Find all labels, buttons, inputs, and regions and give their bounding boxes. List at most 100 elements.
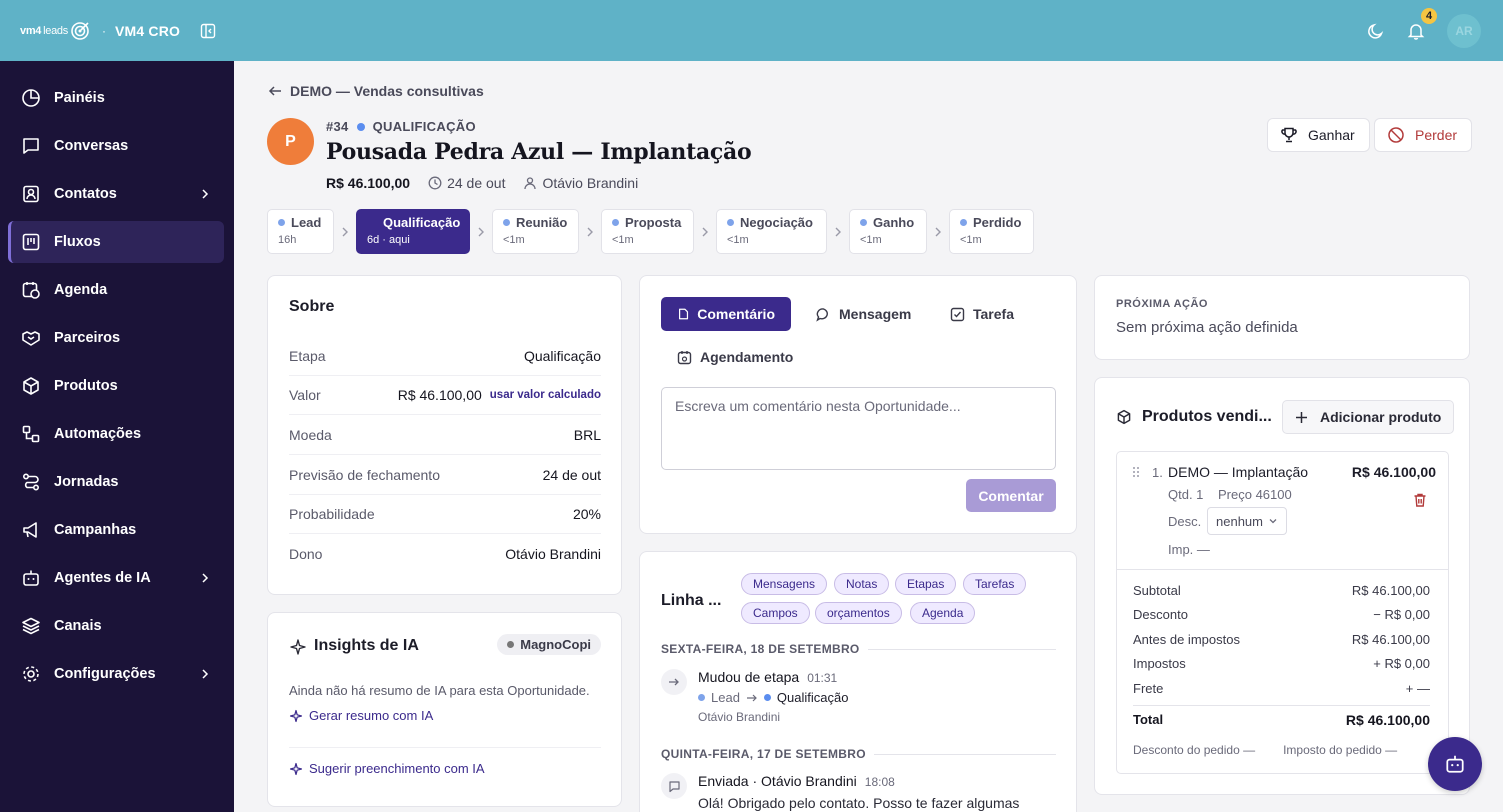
sidebar-item-automacoes[interactable]: Automações (8, 413, 224, 455)
add-product-button[interactable]: Adicionar produto (1282, 400, 1455, 434)
sidebar-item-conversas[interactable]: Conversas (8, 125, 224, 167)
about-value[interactable]: Otávio Brandini (505, 546, 601, 562)
filter-chip[interactable]: Notas (834, 573, 890, 595)
sparkles-icon (289, 709, 303, 722)
sidebar-item-campanhas[interactable]: Campanhas (8, 509, 224, 551)
stage-time: <1m (612, 234, 634, 246)
discount-select[interactable]: nenhum (1207, 507, 1287, 535)
event-author: Otávio Brandini (698, 710, 781, 724)
chevron-right-icon (202, 573, 209, 583)
stage-lead[interactable]: Lead 16h (267, 209, 334, 254)
tab-agendamento[interactable]: Agendamento (661, 340, 809, 374)
tab-mensagem[interactable]: Mensagem (800, 297, 927, 331)
composer-card: Comentário Mensagem Tarefa Agendamento E… (639, 275, 1077, 534)
comment-submit-button[interactable]: Comentar (966, 479, 1056, 512)
kanban-icon (22, 233, 40, 251)
sidebar-item-canais[interactable]: Canais (8, 605, 224, 647)
assistant-bot-button[interactable] (1428, 737, 1482, 791)
sidebar-item-label: Campanhas (54, 522, 137, 538)
stage-name: Reunião (516, 215, 568, 230)
filter-chip[interactable]: Campos (741, 602, 810, 624)
sidebar-item-fluxos[interactable]: Fluxos (8, 221, 224, 263)
moon-icon[interactable] (1367, 22, 1385, 40)
sidebar-item-produtos[interactable]: Produtos (8, 365, 224, 407)
stage-reuniao[interactable]: Reunião <1m (492, 209, 579, 254)
summary-row: Impostos + R$ 0,00 (1133, 656, 1430, 671)
stage-qualificacao[interactable]: Qualificação 6d · aqui (356, 209, 470, 254)
back-link[interactable]: DEMO — Vendas consultivas (268, 83, 484, 99)
chevron-right-icon (202, 669, 209, 679)
message-icon (661, 773, 687, 799)
deal-date: 24 de out (428, 175, 505, 191)
next-action-value[interactable]: Sem próxima ação definida (1116, 319, 1298, 336)
sidebar-item-label: Parceiros (54, 330, 121, 346)
sidebar-item-parceiros[interactable]: Parceiros (8, 317, 224, 359)
product-name[interactable]: DEMO — Implantação (1168, 464, 1308, 480)
sidebar-item-configuracoes[interactable]: Configurações (8, 653, 224, 695)
summary-key: Antes de impostos (1133, 632, 1240, 647)
lose-button[interactable]: Perder (1374, 118, 1473, 152)
sidebar-item-jornadas[interactable]: Jornadas (8, 461, 224, 503)
sidebar-item-paineis[interactable]: Painéis (8, 77, 224, 119)
stage-perdido[interactable]: Perdido <1m (949, 209, 1034, 254)
comment-input[interactable]: Escreva um comentário nesta Oportunidade… (661, 387, 1056, 470)
win-button[interactable]: Ganhar (1267, 118, 1370, 152)
filter-chip[interactable]: Agenda (910, 602, 976, 624)
notifications-button[interactable]: 4 (1407, 7, 1437, 40)
chevron-right-icon (827, 227, 849, 237)
timeline-day-label: SEXTA-FEIRA, 18 DE SETEMBRO (661, 642, 860, 656)
stage-negociacao[interactable]: Negociação <1m (716, 209, 827, 254)
product-price[interactable]: Preço 46100 (1218, 487, 1292, 502)
use-calculated-value-link[interactable]: usar valor calculado (490, 389, 601, 401)
about-value[interactable]: Qualificação (524, 348, 601, 364)
tab-tarefa[interactable]: Tarefa (934, 297, 1030, 331)
bot-icon (1446, 755, 1464, 773)
trash-icon[interactable] (1412, 492, 1428, 508)
logo[interactable]: vm4 leads (20, 21, 90, 41)
sidebar-item-label: Agentes de IA (54, 570, 151, 586)
filter-chip[interactable]: Tarefas (963, 573, 1027, 595)
suggest-fill-link[interactable]: Sugerir preenchimento com IA (289, 761, 485, 776)
sidebar-item-contatos[interactable]: Contatos (8, 173, 224, 215)
order-adjustments: Desconto do pedido — Imposto do pedido — (1133, 743, 1430, 757)
summary-value: − R$ 0,00 (1373, 607, 1430, 622)
filter-chip[interactable]: Etapas (895, 573, 957, 595)
megaphone-icon (23, 522, 37, 538)
about-row-etapa: Etapa Qualificação (289, 336, 601, 376)
deal-summary: R$ 46.100,00 24 de out Otávio Brandini (326, 175, 638, 191)
stage-dot (503, 219, 510, 226)
timeline-day-label: QUINTA-FEIRA, 17 DE SETEMBRO (661, 747, 866, 761)
sidebar-item-label: Automações (54, 426, 142, 442)
about-value[interactable]: BRL (574, 427, 601, 443)
order-tax[interactable]: Imposto do pedido — (1283, 743, 1397, 757)
sidebar-item-agenda[interactable]: Agenda (8, 269, 224, 311)
sidebar-toggle-icon[interactable] (200, 23, 216, 39)
summary-value: R$ 46.100,00 (1351, 632, 1430, 647)
org-name[interactable]: VM4 CRO (115, 23, 180, 39)
stage-proposta[interactable]: Proposta <1m (601, 209, 694, 254)
event-time: 18:08 (864, 775, 895, 789)
about-value[interactable]: 24 de out (543, 467, 601, 483)
stage-ganho[interactable]: Ganho <1m (849, 209, 927, 254)
arrow-left-icon (268, 86, 281, 96)
about-key: Etapa (289, 347, 326, 364)
filter-chip[interactable]: Mensagens (741, 573, 828, 595)
bot-icon (23, 570, 39, 586)
sidebar-item-agentes-ia[interactable]: Agentes de IA (8, 557, 224, 599)
trophy-icon (1281, 127, 1297, 143)
ai-agent-name: MagnoCopi (520, 637, 591, 652)
order-discount[interactable]: Desconto do pedido — (1133, 743, 1255, 757)
stage-dot (698, 694, 705, 701)
about-value[interactable]: 20% (573, 506, 601, 522)
top-bar: vm4 leads · VM4 CRO 4 AR (0, 0, 1503, 61)
sidebar-item-label: Canais (54, 618, 102, 634)
filter-chip[interactable]: orçamentos (815, 602, 902, 624)
ai-agent-pill[interactable]: MagnoCopi (497, 634, 601, 655)
tab-comentario[interactable]: Comentário (661, 297, 791, 331)
drag-handle-icon[interactable] (1132, 466, 1140, 478)
generate-summary-link[interactable]: Gerar resumo com IA (289, 708, 433, 723)
user-avatar[interactable]: AR (1447, 13, 1481, 48)
stage-time: 6d · aqui (367, 234, 410, 246)
about-value[interactable]: R$ 46.100,00 (398, 387, 482, 403)
product-qty[interactable]: Qtd. 1 (1168, 487, 1203, 502)
